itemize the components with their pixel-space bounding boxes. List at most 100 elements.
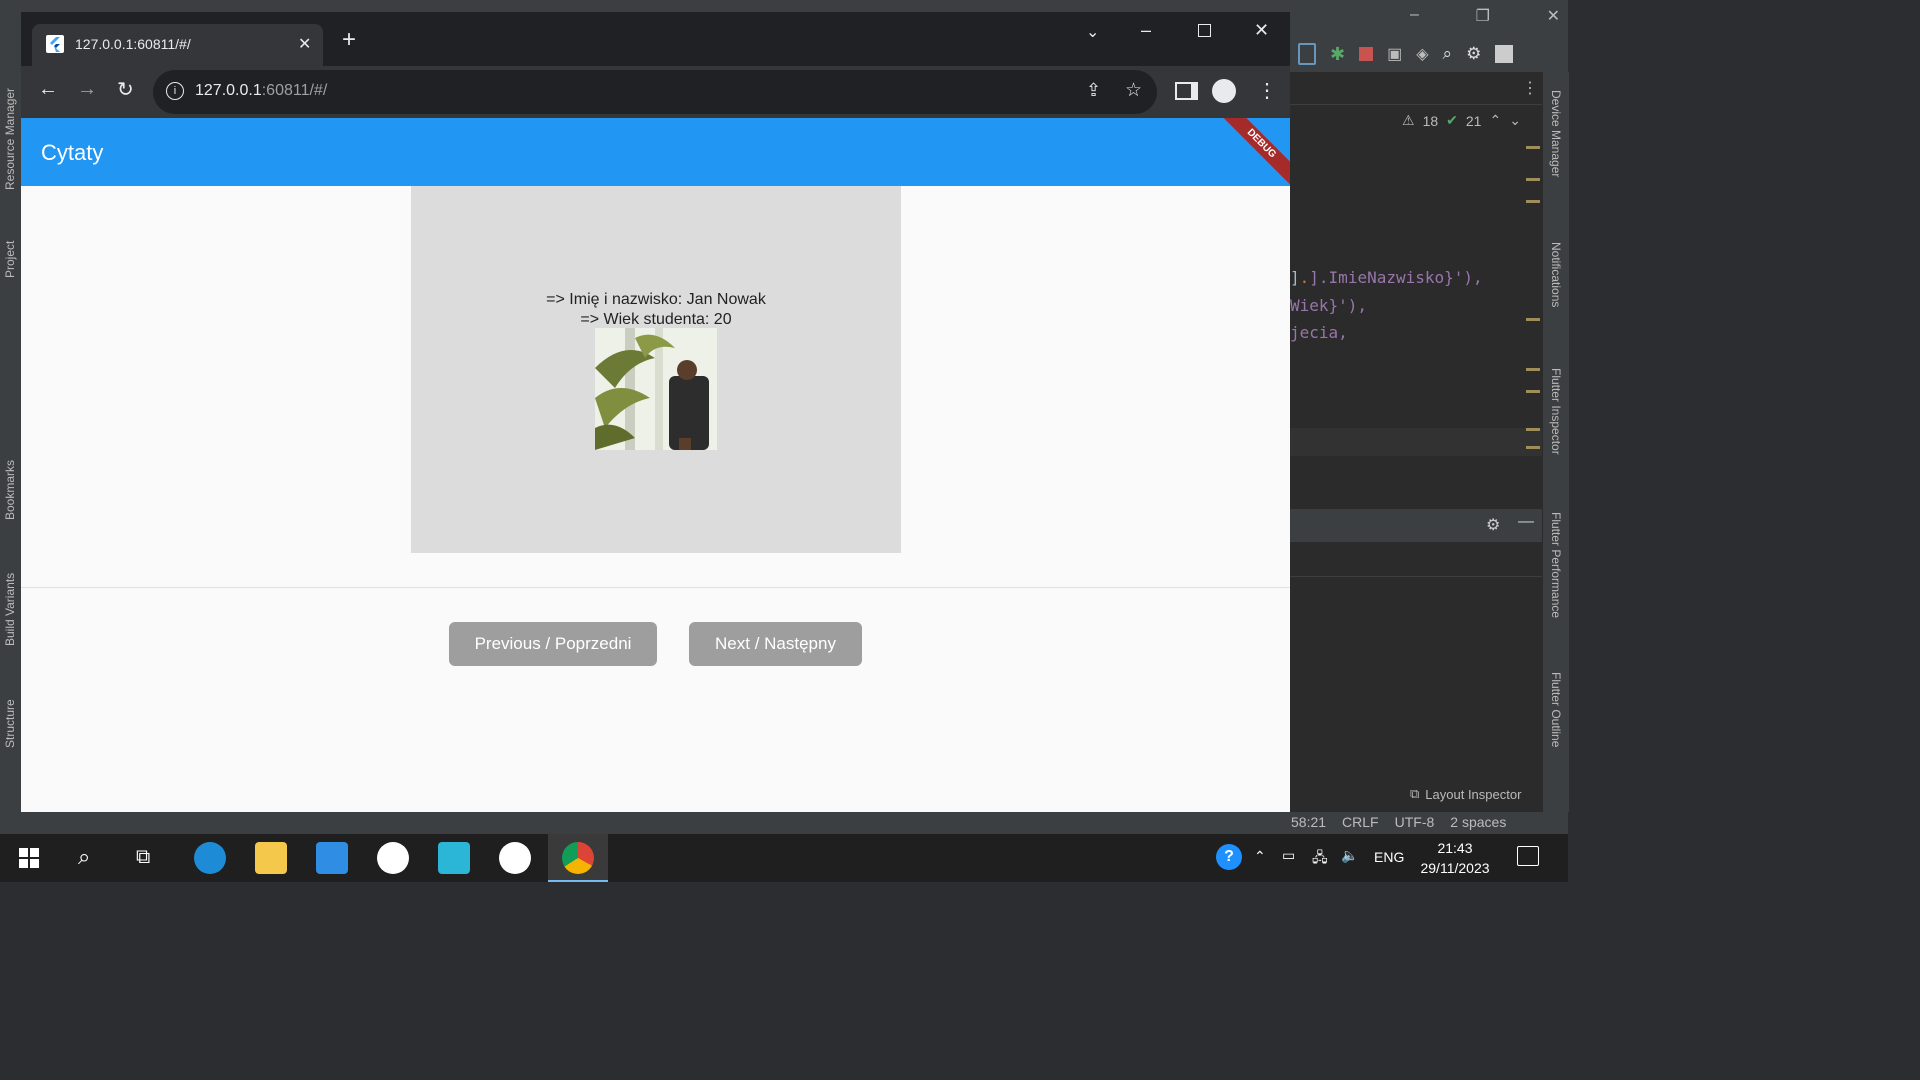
tab-title: 127.0.0.1:60811/#/: [75, 36, 191, 52]
code-line-3[interactable]: jecia,: [1290, 323, 1348, 342]
run-panel-header: ⚙ —: [1290, 508, 1542, 543]
panel-resource-manager[interactable]: Resource Manager: [3, 88, 17, 190]
device-mirror-icon[interactable]: ▣: [1387, 44, 1402, 64]
app-title: Cytaty: [41, 140, 104, 165]
code-line-1[interactable]: ].].ImieNazwisko}'),: [1290, 268, 1483, 287]
status-indent[interactable]: 2 spaces: [1450, 814, 1506, 830]
panel-bookmarks[interactable]: Bookmarks: [3, 460, 17, 520]
sdk-icon[interactable]: ◈: [1416, 44, 1428, 64]
mail-icon[interactable]: [316, 842, 348, 874]
share-icon[interactable]: ⇪: [1086, 80, 1101, 101]
panel-project[interactable]: Project: [3, 241, 17, 278]
bookmark-star-icon[interactable]: ☆: [1125, 79, 1142, 102]
windows-start-icon[interactable]: [19, 848, 39, 868]
panel-flutter-outline[interactable]: Flutter Outline: [1549, 672, 1563, 747]
panel-build-variants[interactable]: Build Variants: [3, 573, 17, 646]
tab-search-icon[interactable]: ⌄: [1086, 22, 1099, 42]
panel-notifications[interactable]: Notifications: [1549, 242, 1563, 307]
previous-button[interactable]: Previous / Poprzedni: [449, 622, 657, 666]
check-icon: ✔: [1446, 112, 1458, 128]
chrome-taskbar-active[interactable]: [548, 834, 608, 882]
menu-icon[interactable]: ⋮: [1257, 78, 1277, 103]
site-info-icon[interactable]: i: [166, 82, 184, 100]
hide-icon[interactable]: —: [1518, 513, 1534, 531]
profile-icon[interactable]: [1495, 45, 1514, 63]
ide-editor-area: ⋮ ⚠ 18 ✔ 21 ⌃ ⌄ ].].ImieNazwisko}'), Wie…: [1290, 72, 1568, 812]
code-text-3: jecia,: [1290, 323, 1348, 342]
panel-device-manager[interactable]: Device Manager: [1549, 90, 1563, 177]
ide-right-toolstrip: Device Manager Notifications Flutter Ins…: [1542, 72, 1569, 812]
chevron-down-icon[interactable]: ⌄: [1509, 112, 1521, 129]
tray-chevron-icon[interactable]: ⌃: [1254, 848, 1266, 865]
more-icon[interactable]: ⋮: [1522, 78, 1538, 98]
student-age: => Wiek studenta: 20: [580, 311, 732, 328]
stop-icon[interactable]: [1359, 47, 1374, 61]
forward-icon[interactable]: →: [77, 78, 97, 101]
chrome-icon: [562, 842, 594, 874]
browser-tab[interactable]: 127.0.0.1:60811/#/ ✕: [32, 24, 323, 66]
settings-icon[interactable]: ⚙: [1486, 515, 1500, 535]
next-button[interactable]: Next / Następny: [689, 622, 862, 666]
layout-inspector-icon: ⧉: [1410, 786, 1420, 801]
student-card: => Imię i nazwisko: Jan Nowak => Wiek st…: [411, 186, 901, 553]
panel-flutter-inspector[interactable]: Flutter Inspector: [1549, 368, 1563, 455]
taskbar: ⌕ ⧉ ? ⌃ ▭ 🖧 🔈 ENG 21:43 29/11/2023: [0, 834, 1568, 882]
url-text[interactable]: 127.0.0.1:60811/#/: [195, 82, 327, 100]
url-rest: :60811/#/: [261, 82, 328, 99]
status-position[interactable]: 58:21: [1291, 814, 1326, 830]
help-icon[interactable]: ?: [1216, 844, 1242, 870]
file-explorer-icon[interactable]: [255, 842, 287, 874]
divider: [21, 587, 1290, 588]
search-taskbar-icon[interactable]: ⌕: [78, 844, 90, 870]
edge-icon[interactable]: [194, 842, 226, 874]
panel-structure[interactable]: Structure: [3, 699, 17, 748]
browser-window: 127.0.0.1:60811/#/ ✕ + ⌄ – ✕ ← → ↻ ⋮ i 1…: [21, 12, 1290, 812]
back-icon[interactable]: ←: [38, 78, 58, 101]
battery-icon[interactable]: ▭: [1282, 847, 1295, 864]
layout-inspector-label[interactable]: Layout Inspector: [1425, 787, 1521, 802]
close-window-icon[interactable]: ✕: [1254, 20, 1269, 41]
status-encoding[interactable]: UTF-8: [1395, 814, 1435, 830]
volume-icon[interactable]: 🔈: [1341, 847, 1358, 864]
ide-close-icon[interactable]: ✕: [1547, 6, 1560, 26]
ide-minimize-icon[interactable]: –: [1410, 6, 1419, 26]
maximize-icon[interactable]: [1198, 24, 1211, 37]
code-text-1: ].ImieNazwisko}'),: [1309, 268, 1483, 287]
tab-strip: 127.0.0.1:60811/#/ ✕ + ⌄ – ✕: [21, 12, 1290, 66]
app-icon-1[interactable]: [377, 842, 409, 874]
notifications-icon[interactable]: [1517, 846, 1539, 866]
app-bar: Cytaty DEBUG: [21, 118, 1290, 186]
debug-bug-icon[interactable]: ✱: [1330, 44, 1345, 65]
url-host: 127.0.0.1: [195, 82, 262, 99]
app-icon-3[interactable]: [499, 842, 531, 874]
ide-restore-icon[interactable]: ❐: [1476, 6, 1490, 26]
language-indicator[interactable]: ENG: [1374, 849, 1404, 865]
side-panel-icon[interactable]: [1175, 82, 1198, 100]
panel-flutter-performance[interactable]: Flutter Performance: [1549, 512, 1563, 618]
chevron-up-icon[interactable]: ⌃: [1489, 112, 1501, 129]
search-icon[interactable]: ⌕: [1443, 44, 1453, 64]
close-tab-icon[interactable]: ✕: [298, 34, 311, 54]
ide-left-toolstrip: Resource Manager Project Bookmarks Build…: [0, 72, 21, 812]
warning-icon: ⚠: [1402, 112, 1415, 128]
task-view-icon[interactable]: ⧉: [136, 846, 150, 869]
clock-date: 29/11/2023: [1420, 860, 1490, 876]
flutter-favicon: [46, 35, 64, 53]
checks-count: 21: [1465, 112, 1482, 129]
profile-avatar-icon[interactable]: [1212, 79, 1236, 103]
network-icon[interactable]: 🖧: [1312, 847, 1328, 871]
app-icon-2[interactable]: [438, 842, 470, 874]
gear-icon[interactable]: ⚙: [1466, 44, 1481, 64]
status-line-separator[interactable]: CRLF: [1342, 814, 1379, 830]
address-bar[interactable]: i 127.0.0.1:60811/#/ ⇪ ☆: [153, 70, 1157, 114]
minimize-icon[interactable]: –: [1141, 20, 1151, 41]
student-photo: [595, 328, 717, 450]
reload-icon[interactable]: ↻: [117, 77, 134, 102]
code-line-2[interactable]: Wiek}'),: [1290, 296, 1367, 315]
clock[interactable]: 21:43 29/11/2023: [1414, 838, 1496, 878]
code-text-2: Wiek}'),: [1290, 296, 1368, 315]
new-tab-icon[interactable]: +: [342, 28, 356, 52]
device-icon[interactable]: [1298, 43, 1316, 65]
editor-marker-strip: [1526, 132, 1540, 472]
ide-status-bar: 58:21 CRLF UTF-8 2 spaces: [0, 812, 1568, 834]
